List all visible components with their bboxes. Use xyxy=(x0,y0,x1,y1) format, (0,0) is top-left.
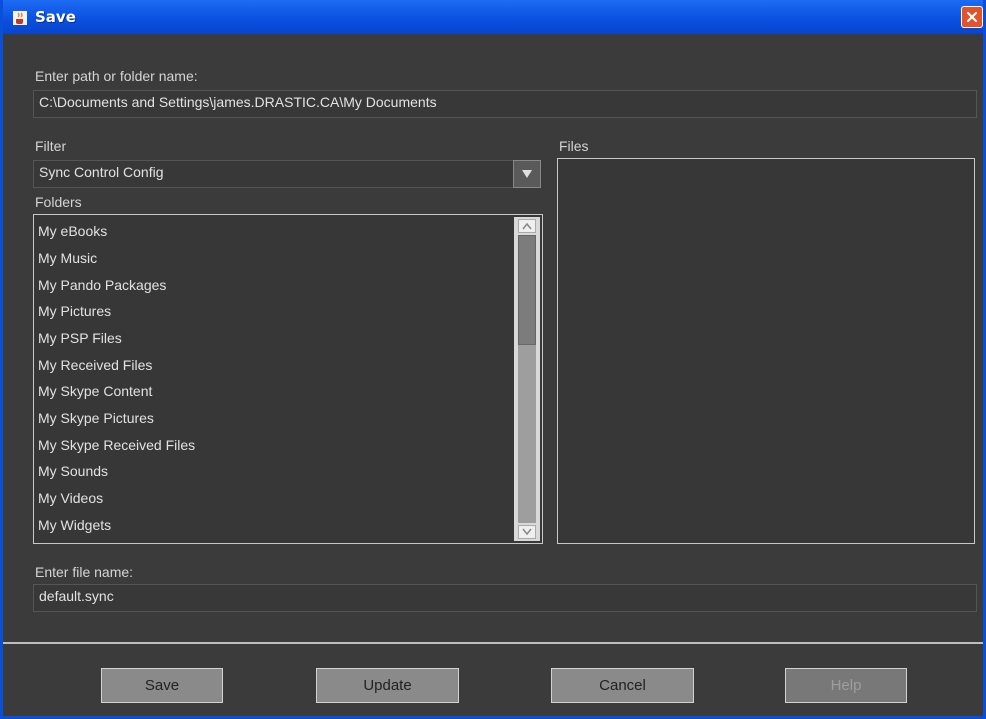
list-item[interactable]: My Widgets xyxy=(38,517,111,533)
filter-select[interactable]: Sync Control Config xyxy=(33,160,513,188)
list-item[interactable]: My Videos xyxy=(38,490,103,506)
list-item[interactable]: My Skype Content xyxy=(38,383,152,399)
title-bar: Save xyxy=(3,0,983,34)
scroll-down-button[interactable] xyxy=(518,525,536,539)
close-icon xyxy=(966,11,978,23)
save-button[interactable]: Save xyxy=(101,668,223,703)
filename-input[interactable]: default.sync xyxy=(33,584,977,612)
close-button[interactable] xyxy=(961,6,983,28)
scroll-track[interactable] xyxy=(518,235,536,523)
filename-label: Enter file name: xyxy=(35,564,134,580)
dialog-body: Enter path or folder name: C:\Documents … xyxy=(3,34,983,716)
folders-label: Folders xyxy=(35,194,82,210)
list-item[interactable]: My Skype Pictures xyxy=(38,410,154,426)
files-label: Files xyxy=(559,138,589,154)
chevron-down-icon xyxy=(522,528,532,536)
window-title: Save xyxy=(35,8,76,26)
folders-list: My eBooks My Music My Pando Packages My … xyxy=(33,214,543,544)
save-dialog: Save Enter path or folder name: C:\Docum… xyxy=(0,0,986,719)
help-button[interactable]: Help xyxy=(785,668,907,703)
list-item[interactable]: My PSP Files xyxy=(38,330,122,346)
scroll-thumb[interactable] xyxy=(518,235,536,345)
filter-dropdown-button[interactable] xyxy=(513,160,541,188)
chevron-up-icon xyxy=(522,222,532,230)
path-input[interactable]: C:\Documents and Settings\james.DRASTIC.… xyxy=(33,90,977,118)
files-list[interactable] xyxy=(557,158,975,544)
update-button[interactable]: Update xyxy=(316,668,459,703)
list-item[interactable]: My Music xyxy=(38,250,97,266)
java-cup-icon xyxy=(13,11,27,25)
filter-label: Filter xyxy=(35,138,67,154)
list-item[interactable]: My Skype Received Files xyxy=(38,437,195,453)
scroll-up-button[interactable] xyxy=(518,219,536,233)
list-item[interactable]: My Pando Packages xyxy=(38,277,166,293)
list-item[interactable]: My eBooks xyxy=(38,223,107,239)
chevron-down-icon xyxy=(522,170,532,178)
path-label: Enter path or folder name: xyxy=(35,68,198,84)
list-item[interactable]: My Pictures xyxy=(38,303,111,319)
list-item[interactable]: My Sounds xyxy=(38,463,108,479)
list-item[interactable]: My Received Files xyxy=(38,357,152,373)
cancel-button[interactable]: Cancel xyxy=(551,668,694,703)
separator xyxy=(3,642,983,644)
folders-scrollbar[interactable] xyxy=(514,217,540,541)
